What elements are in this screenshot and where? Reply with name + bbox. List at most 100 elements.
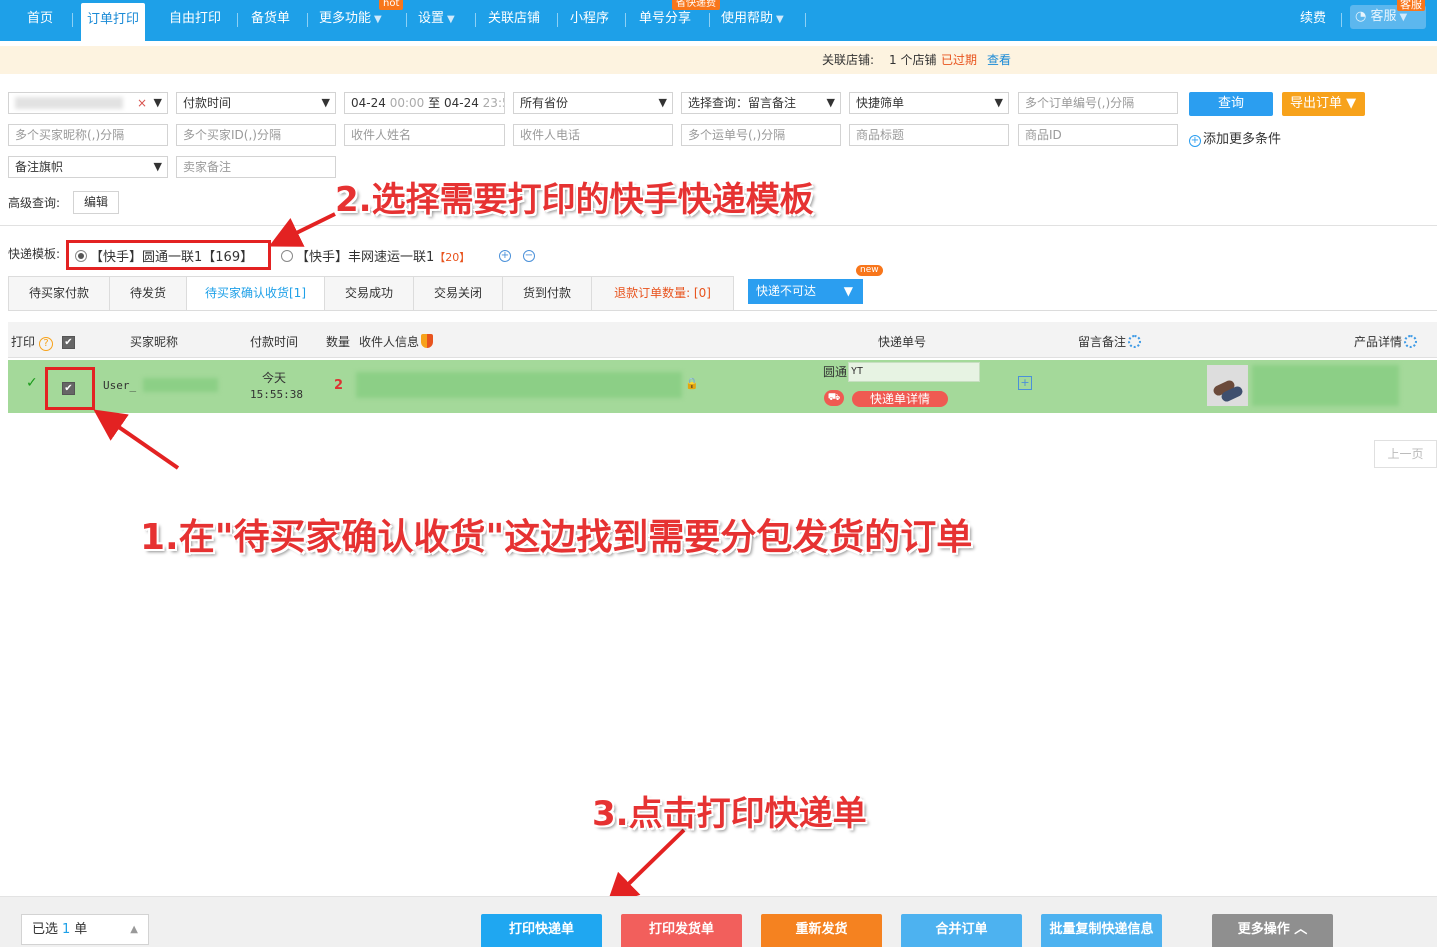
selected-count-dropdown[interactable]: 已选 1 单 ▲	[21, 914, 149, 945]
more-actions-button[interactable]: 更多操作 ︿	[1212, 914, 1333, 947]
top-nav: 首页 订单打印 自由打印 备货单 更多功能 ▼ hot 设置 ▼ 关联店铺 小程序 …	[0, 0, 1437, 41]
nav-renew[interactable]: 续费	[1300, 0, 1326, 41]
table-row[interactable]: ✓ ✔ User_ 今天 15:55:38 2 🔒 圆通 YT ⛟ 快递单详情 …	[8, 360, 1437, 413]
add-template-icon[interactable]: +	[499, 250, 511, 262]
product-thumbnail[interactable]	[1207, 365, 1248, 406]
chevron-down-icon: ▼	[843, 284, 853, 298]
province-select[interactable]: 所有省份 ▼	[513, 92, 673, 114]
col-note-label: 留言备注	[1078, 335, 1127, 349]
print-waybill-button[interactable]: 打印快递单	[481, 914, 602, 947]
nav-divider	[475, 13, 476, 27]
annotation-step1: 1.在"待买家确认收货"这边找到需要分包发货的订单	[140, 517, 973, 558]
buyer-id-input[interactable]: 多个买家ID(,)分隔	[176, 124, 336, 146]
select-all-checkbox[interactable]: ✔	[62, 334, 75, 349]
add-more-conditions-label: 添加更多条件	[1203, 132, 1282, 147]
gear-icon[interactable]	[1128, 335, 1142, 348]
nav-settings-label: 设置	[418, 11, 445, 26]
view-shops-link[interactable]: 查看	[987, 46, 1011, 74]
express-unreachable-button[interactable]: 快递不可达 ▼	[748, 279, 863, 304]
col-note: 留言备注	[1078, 333, 1142, 350]
query-button[interactable]: 查询	[1189, 92, 1273, 116]
shop-select[interactable]: × ▼	[8, 92, 168, 114]
chevron-down-icon: ▼	[658, 96, 667, 109]
waybill-detail-button[interactable]: 快递单详情	[852, 391, 948, 407]
shop-expired-status: 已过期	[941, 53, 978, 67]
clear-icon[interactable]: ×	[137, 93, 147, 113]
nav-help[interactable]: 使用帮助 ▼	[721, 0, 784, 41]
nav-more-features[interactable]: 更多功能 ▼	[319, 0, 382, 41]
chevron-down-icon: ▼	[447, 14, 455, 25]
tab-to-ship[interactable]: 待发货	[109, 276, 187, 310]
nav-divider	[625, 13, 626, 27]
export-orders-button[interactable]: 导出订单 ▼	[1282, 92, 1365, 116]
express-unreachable-label: 快递不可达	[756, 284, 817, 298]
chevron-down-icon: ▼	[153, 160, 162, 173]
new-badge: new	[856, 265, 883, 276]
linked-shop-bar: 关联店铺: 1 个店铺 已过期 查看	[0, 46, 1437, 74]
order-table-header: 打印? ✔ 买家昵称 付款时间 数量 收件人信息 快递单号 留言备注 产品详情	[8, 322, 1437, 358]
shop-name-redacted	[15, 97, 123, 109]
chevron-down-icon: ▼	[153, 96, 162, 109]
province-value: 所有省份	[520, 96, 569, 110]
add-more-conditions-link[interactable]: + 添加更多条件	[1189, 128, 1281, 147]
print-invoice-button[interactable]: 打印发货单	[621, 914, 742, 947]
tab-awaiting-payment[interactable]: 待买家付款	[8, 276, 110, 310]
more-actions-label: 更多操作	[1237, 922, 1290, 937]
nav-divider	[805, 13, 806, 27]
radio-unselected-icon	[281, 250, 293, 262]
query-type-select[interactable]: 选择查询：留言备注 ▼	[681, 92, 841, 114]
chevron-down-icon: ▼	[994, 96, 1003, 109]
col-buyer: 买家昵称	[130, 335, 179, 349]
template-option-fengwang[interactable]: 【快手】丰网速运一联1【20】	[281, 246, 470, 265]
time-type-select[interactable]: 付款时间 ▼	[176, 92, 336, 114]
receiver-phone-input[interactable]: 收件人电话	[513, 124, 673, 146]
annotation-box-template	[66, 240, 271, 270]
tab-awaiting-receipt[interactable]: 待买家确认收货[1]	[186, 276, 325, 311]
reship-button[interactable]: 重新发货	[761, 914, 882, 947]
pay-time: 15:55:38	[250, 388, 303, 401]
nav-free-print[interactable]: 自由打印	[169, 0, 221, 41]
date-range-input[interactable]: 04-24 00:00 至 04-24 23:59	[344, 92, 505, 114]
pay-day: 今天	[262, 371, 287, 385]
lock-icon: 🔒	[685, 377, 699, 390]
nav-settings[interactable]: 设置 ▼	[418, 0, 455, 41]
note-flag-select[interactable]: 备注旗帜 ▼	[8, 156, 168, 178]
tab-completed[interactable]: 交易成功	[324, 276, 414, 310]
nav-home[interactable]: 首页	[27, 0, 53, 41]
batch-copy-express-button[interactable]: 批量复制快递信息	[1041, 914, 1162, 947]
waybill-number-input[interactable]: YT	[848, 362, 980, 382]
advanced-query-label: 高级查询:	[8, 196, 61, 210]
selected-prefix: 已选	[32, 922, 59, 937]
tab-cod[interactable]: 货到付款	[502, 276, 592, 310]
edit-advanced-query-button[interactable]: 编辑	[73, 191, 119, 214]
product-id-input[interactable]: 商品ID	[1018, 124, 1178, 146]
nav-order-print[interactable]: 订单打印	[81, 3, 146, 41]
receiver-name-input[interactable]: 收件人姓名	[344, 124, 505, 146]
merge-orders-button[interactable]: 合并订单	[901, 914, 1022, 947]
prev-page-button[interactable]: 上一页	[1374, 440, 1437, 468]
seller-note-input[interactable]: 卖家备注	[176, 156, 336, 178]
product-title-input[interactable]: 商品标题	[849, 124, 1009, 146]
time-type-value: 付款时间	[183, 96, 232, 110]
col-waybill: 快递单号	[878, 335, 927, 349]
quick-filter-select[interactable]: 快捷筛单 ▼	[849, 92, 1009, 114]
nav-divider	[1341, 13, 1342, 27]
hot-badge: hot	[379, 0, 404, 10]
waybill-numbers-input[interactable]: 多个运单号(,)分隔	[681, 124, 841, 146]
help-icon[interactable]: ?	[39, 337, 54, 351]
add-note-icon[interactable]: +	[1018, 376, 1032, 390]
order-ids-input[interactable]: 多个订单编号(,)分隔	[1018, 92, 1178, 114]
col-pay-time: 付款时间	[250, 335, 299, 349]
shield-icon	[421, 334, 434, 348]
buyer-nick-input[interactable]: 多个买家昵称(,)分隔	[8, 124, 168, 146]
tab-closed[interactable]: 交易关闭	[413, 276, 503, 310]
tab-refund-orders[interactable]: 退款订单数量: [0]	[591, 276, 734, 310]
delivery-truck-icon[interactable]: ⛟	[824, 390, 844, 406]
nav-stock-list[interactable]: 备货单	[251, 0, 290, 41]
nav-mini-program[interactable]: 小程序	[570, 0, 609, 41]
checkbox-checked-icon: ✔	[62, 336, 75, 349]
remove-template-icon[interactable]: −	[523, 250, 535, 262]
nav-linked-shops[interactable]: 关联店铺	[488, 0, 540, 41]
nav-divider	[709, 13, 710, 27]
gear-icon[interactable]	[1404, 335, 1418, 348]
